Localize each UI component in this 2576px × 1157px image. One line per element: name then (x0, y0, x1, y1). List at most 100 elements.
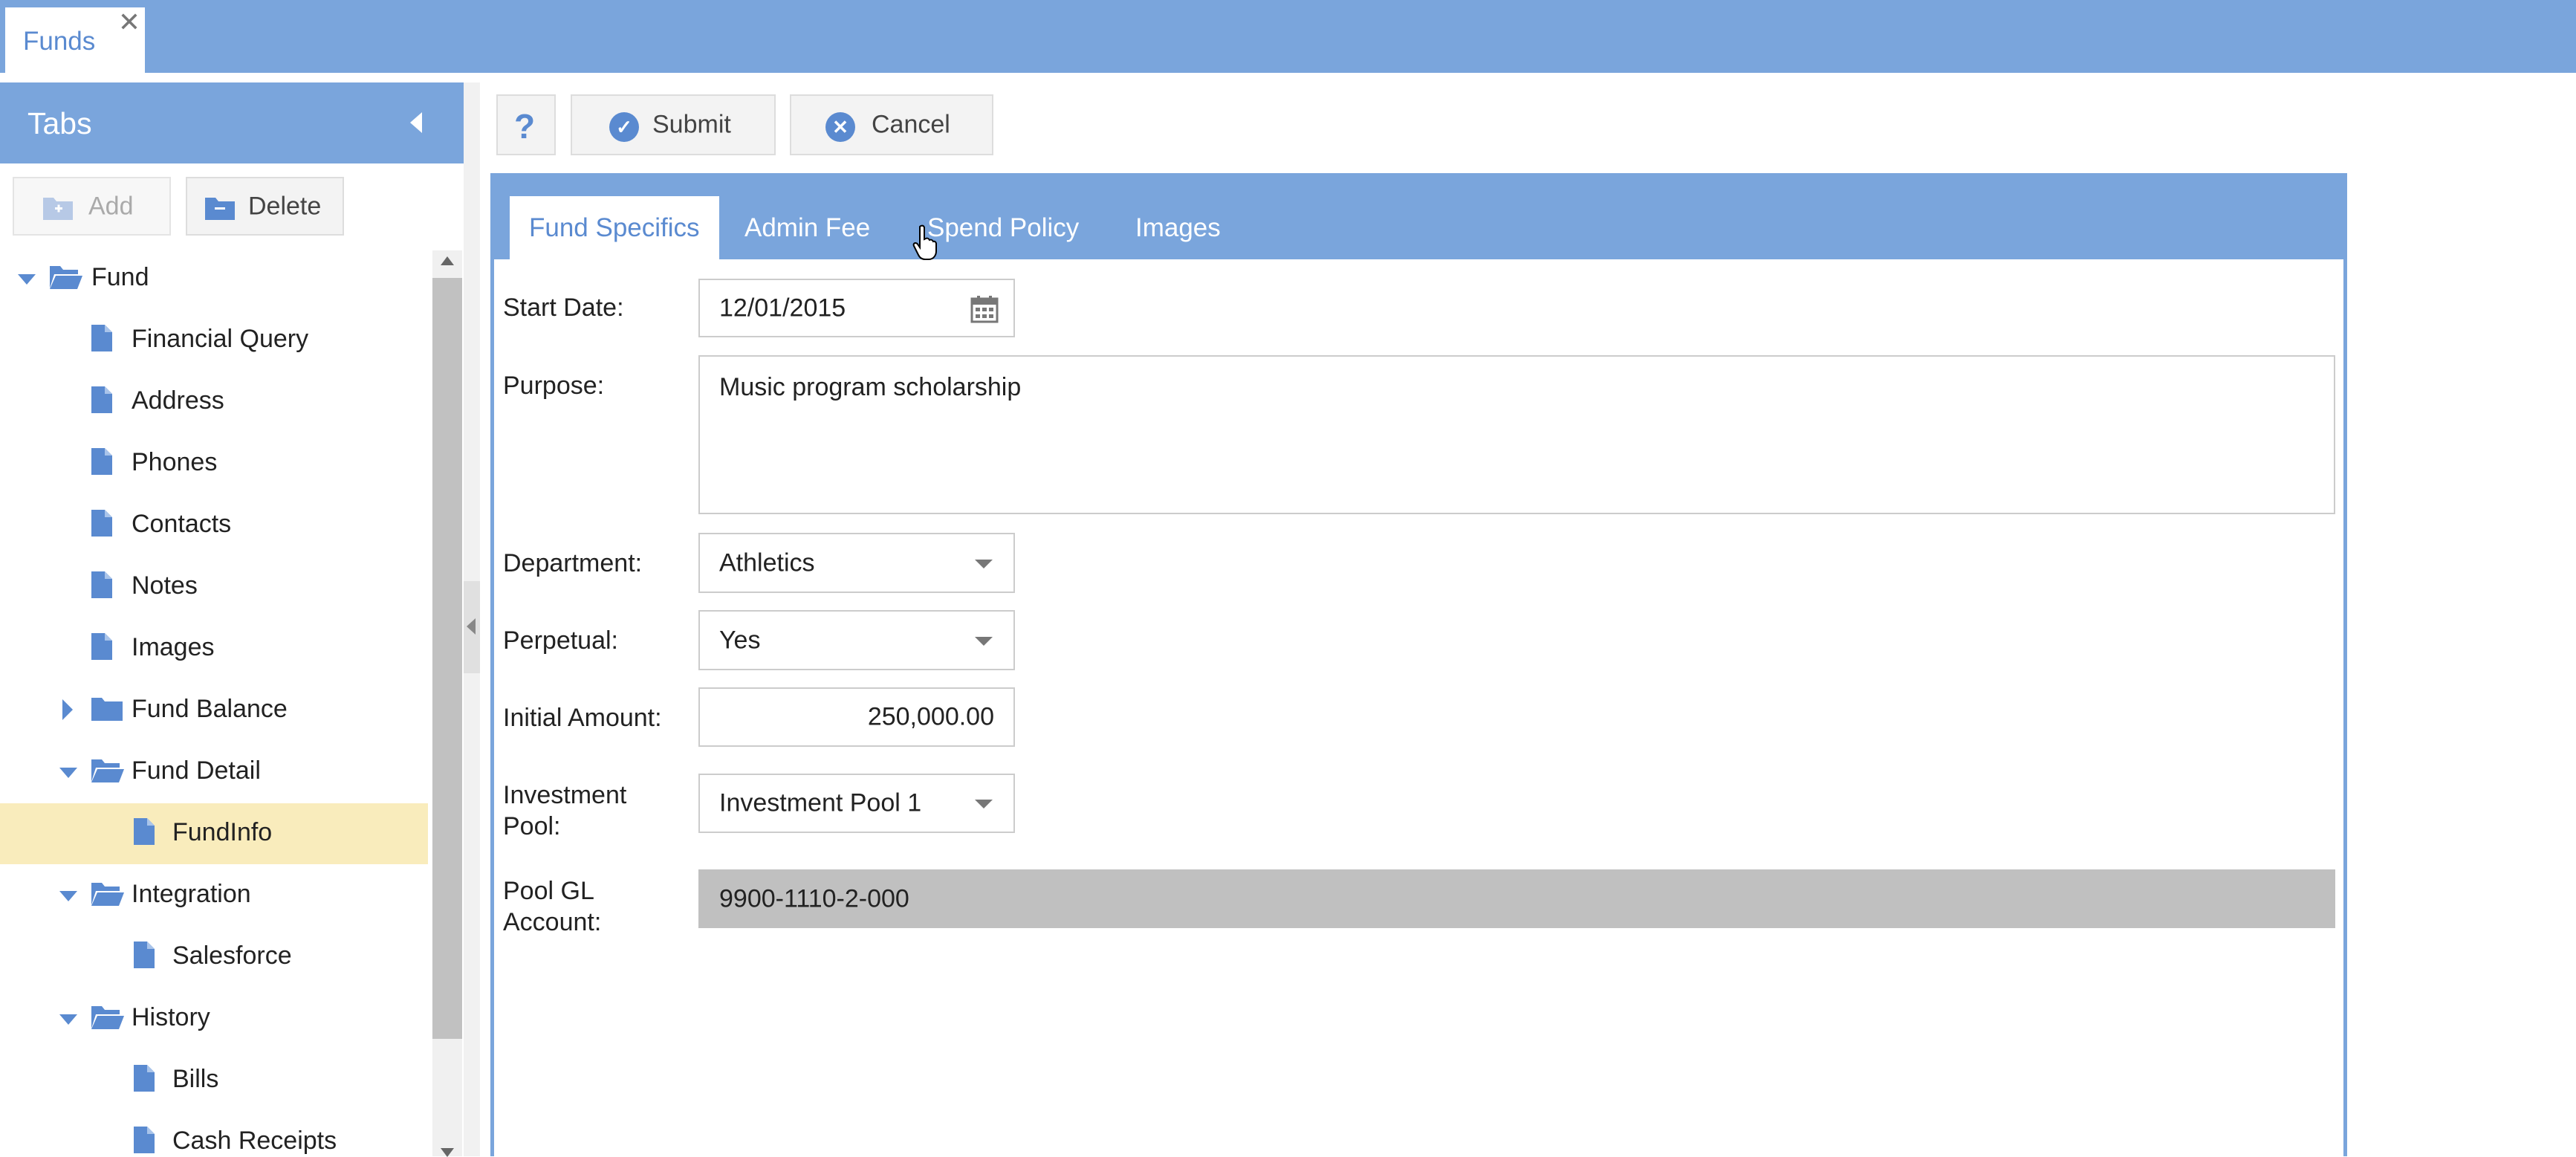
add-button[interactable]: Add (13, 177, 171, 236)
folder-open-icon (50, 266, 82, 289)
expand-down-icon[interactable] (18, 273, 36, 288)
tree-item-label: Notes (132, 571, 198, 600)
tree-item[interactable]: FundInfo (0, 803, 428, 864)
initial-amount-value: 250,000.00 (867, 702, 994, 731)
file-icon (91, 510, 112, 537)
tree-item[interactable]: Notes (0, 557, 428, 618)
folder-icon (91, 698, 123, 721)
hand-cursor-icon (912, 224, 937, 260)
expand-down-icon[interactable] (59, 766, 77, 781)
perpetual-select[interactable]: Yes (698, 610, 1015, 670)
investment-pool-label: Investment Pool: (503, 781, 627, 840)
department-select[interactable]: Athletics (698, 533, 1015, 593)
tree-item[interactable]: Integration (0, 865, 428, 926)
tree-item-label: History (132, 1003, 210, 1031)
expand-right-icon[interactable] (59, 699, 77, 720)
purpose-label: Purpose: (503, 372, 605, 400)
tree-item[interactable]: Fund Detail (0, 742, 428, 803)
file-icon (91, 448, 112, 475)
file-icon (91, 571, 112, 598)
tree-item-label: Financial Query (132, 325, 309, 353)
tree-item[interactable]: Bills (0, 1050, 428, 1111)
department-value: Athletics (719, 548, 815, 577)
purpose-value: Music program scholarship (719, 373, 1022, 401)
checkmark-icon: ✓ (609, 112, 639, 142)
file-icon (91, 633, 112, 660)
tree-item[interactable]: Salesforce (0, 927, 428, 988)
tree-item[interactable]: Address (0, 372, 428, 432)
folder-open-icon (91, 759, 124, 782)
doc-tab-funds[interactable]: Funds ✕ (5, 7, 145, 73)
tab-fund-specifics[interactable]: Fund Specifics (510, 196, 719, 259)
sidebar-title: Tabs (27, 106, 92, 140)
cancel-button[interactable]: ✕ Cancel (790, 94, 993, 155)
collapse-left-icon[interactable] (467, 618, 476, 635)
file-icon (91, 386, 112, 413)
pool-gl-account-label: Pool GL Account: (503, 877, 602, 936)
chevron-down-icon (975, 636, 993, 646)
folder-open-icon (91, 883, 124, 906)
file-icon (134, 818, 155, 845)
navigation-tree: Fund Financial Query Address Phones Contacts… (0, 245, 429, 1156)
tab-spend-policy-label: Spend Policy (927, 213, 1080, 242)
calendar-icon[interactable] (970, 295, 999, 323)
submit-button-label: Submit (652, 110, 731, 139)
investment-pool-value: Investment Pool 1 (719, 788, 922, 817)
tab-spend-policy[interactable]: Spend Policy (908, 196, 1112, 259)
chevron-down-icon (975, 800, 993, 808)
add-folder-icon (43, 198, 73, 220)
add-button-label: Add (88, 192, 134, 220)
tree-item-label: Salesforce (172, 942, 292, 970)
initial-amount-label: Initial Amount: (503, 704, 662, 732)
tree-item[interactable]: Phones (0, 433, 428, 494)
delete-button[interactable]: Delete (186, 177, 344, 236)
perpetual-value: Yes (719, 626, 761, 654)
department-label: Department: (503, 549, 643, 577)
file-icon (91, 325, 112, 351)
initial-amount-field[interactable]: 250,000.00 (698, 687, 1015, 747)
scroll-down-icon[interactable] (441, 1148, 454, 1157)
collapse-sidebar-icon[interactable] (410, 112, 422, 133)
tab-admin-fee[interactable]: Admin Fee (725, 196, 903, 259)
file-icon (134, 942, 155, 968)
tree-item-label: Fund Balance (132, 695, 288, 723)
tree-item[interactable]: Contacts (0, 495, 428, 556)
scroll-up-icon[interactable] (441, 256, 454, 265)
pool-gl-account-value: 9900-1110-2-000 (719, 884, 909, 913)
tree-item[interactable]: History (0, 988, 428, 1049)
tab-strip: Fund Specifics Admin Fee Spend Policy Im… (494, 177, 2343, 259)
tree-item[interactable]: Financial Query (0, 310, 428, 371)
tab-admin-fee-label: Admin Fee (744, 213, 871, 242)
submit-button[interactable]: ✓ Submit (571, 94, 776, 155)
purpose-textarea[interactable]: Music program scholarship (698, 355, 2335, 514)
tree-item[interactable]: Fund (0, 248, 428, 309)
tree-item[interactable]: Cash Receipts (0, 1112, 428, 1156)
tab-fund-specifics-label: Fund Specifics (529, 213, 700, 242)
tab-images-label: Images (1135, 213, 1221, 242)
tree-item-label: FundInfo (172, 818, 273, 846)
tree-item[interactable]: Images (0, 618, 428, 679)
tree-item-label: Contacts (132, 510, 232, 538)
folder-open-icon (91, 1006, 124, 1029)
tree-item-label: Phones (132, 448, 218, 476)
sidebar-header: Tabs (0, 82, 464, 163)
tree-item[interactable]: Fund Balance (0, 680, 428, 741)
cancel-x-icon: ✕ (825, 112, 855, 142)
expand-down-icon[interactable] (59, 1013, 77, 1028)
start-date-field[interactable]: 12/01/2015 (698, 279, 1015, 337)
top-bar: Funds ✕ (0, 0, 2576, 73)
tab-images[interactable]: Images (1116, 196, 1257, 259)
perpetual-label: Perpetual: (503, 626, 618, 655)
pool-gl-account-field: 9900-1110-2-000 (698, 869, 2335, 928)
tree-item-label: Integration (132, 880, 251, 908)
tree-item-label: Fund Detail (132, 756, 261, 785)
file-icon (134, 1065, 155, 1092)
delete-button-label: Delete (248, 192, 322, 220)
close-icon[interactable]: ✕ (118, 7, 140, 37)
help-icon: ? (514, 107, 536, 146)
tree-scrollbar-thumb[interactable] (432, 278, 462, 1039)
help-button[interactable]: ? (496, 94, 556, 155)
start-date-label: Start Date: (503, 294, 624, 322)
expand-down-icon[interactable] (59, 889, 77, 904)
investment-pool-select[interactable]: Investment Pool 1 (698, 774, 1015, 833)
